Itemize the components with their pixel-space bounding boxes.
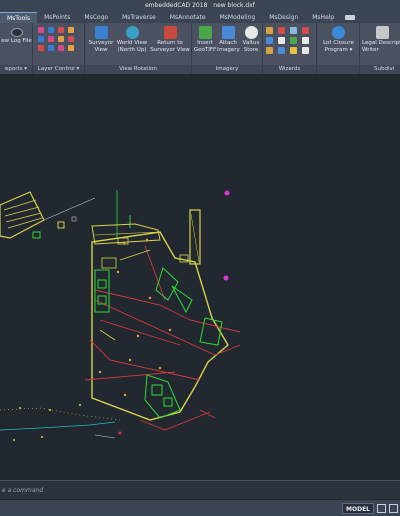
ribbon-tabs: MsTools MsPoints MsCogo MsTraverse MsAnn…: [0, 11, 400, 24]
tab-msdesign[interactable]: MsDesign: [262, 12, 305, 23]
panel-reports: ew Log File eports ▾: [0, 23, 33, 74]
panel-imagery: Insert GeoTIFF Attach Imagery Valtus Sto…: [192, 23, 263, 74]
panel-view-title: View Rotation: [85, 65, 191, 74]
tab-msmodeling[interactable]: MsModeling: [213, 12, 263, 23]
wizard-icon[interactable]: [290, 27, 297, 34]
layer-icon[interactable]: [48, 45, 54, 51]
tab-mshelp[interactable]: MsHelp: [305, 12, 341, 23]
status-bar: MODEL: [0, 500, 400, 516]
return-arrow-icon: [163, 26, 177, 39]
wizard-icon[interactable]: [278, 27, 285, 34]
grid-icon[interactable]: [377, 503, 386, 513]
panel-wizards-title: Wizards: [263, 65, 316, 74]
wizard-icon[interactable]: [302, 27, 309, 34]
red-boundary-lines: [84, 245, 241, 431]
panel-layer-control: Layer Control ▾: [33, 23, 85, 74]
ribbon: ew Log File eports ▾ Layer Control ▾ Sur…: [0, 23, 400, 74]
title-bar: embeddedCAD 2018 new block.dxf: [0, 0, 400, 12]
road-lines: [0, 404, 122, 441]
cad-drawing: [0, 190, 241, 441]
wizard-icon[interactable]: [266, 27, 273, 34]
valtus-store-button[interactable]: Valtus Store: [240, 26, 262, 53]
eye-icon: [10, 28, 23, 37]
tab-mstraverse[interactable]: MsTraverse: [115, 12, 163, 23]
image-icon: [221, 26, 235, 39]
tab-msannotate[interactable]: MsAnnotate: [163, 12, 213, 23]
new-log-file-button[interactable]: ew Log File: [0, 26, 33, 45]
ribbon-toggle-icon[interactable]: [345, 15, 356, 20]
building-icon: [376, 26, 389, 39]
file-title: new block.dxf: [213, 2, 255, 9]
panel-lot-closure: Lot Closure Program ▾: [317, 23, 360, 74]
panel-subdiv-title: Subdivi: [360, 65, 400, 74]
layer-icon[interactable]: [68, 36, 74, 42]
wizard-icon[interactable]: [266, 47, 273, 54]
layer-icon[interactable]: [68, 45, 74, 51]
panel-lot-title: [317, 65, 359, 74]
app-title: embeddedCAD 2018: [145, 2, 208, 9]
main-parcel-outline: [91, 231, 229, 421]
point-markers: [98, 238, 172, 397]
panel-layer-title[interactable]: Layer Control ▾: [33, 65, 84, 74]
command-placeholder: e a command: [2, 487, 44, 494]
insert-geotiff-button[interactable]: Insert GeoTIFF: [193, 26, 217, 53]
layer-tool-grid: [38, 27, 74, 51]
wizard-icon[interactable]: [290, 47, 297, 54]
attach-imagery-button[interactable]: Attach Imagery: [217, 26, 240, 53]
globe-icon: [125, 26, 139, 39]
panel-wizards: Wizards: [263, 23, 317, 74]
world-view-button[interactable]: World View (North Up): [115, 26, 149, 53]
drawing-canvas[interactable]: [0, 75, 400, 480]
interior-details: [99, 237, 189, 341]
surveyor-view-button[interactable]: Surveyor View: [88, 26, 114, 53]
store-icon: [244, 26, 258, 39]
tab-mstools[interactable]: MsTools: [0, 11, 38, 24]
panel-subdivision: Legal Descript Writer Subdivi: [360, 23, 400, 74]
layer-icon[interactable]: [38, 45, 44, 51]
snap-grid-icon[interactable]: [389, 503, 398, 513]
upper-structures: [91, 190, 230, 281]
wizard-icon[interactable]: [266, 37, 273, 44]
layer-icon[interactable]: [48, 27, 54, 33]
wizard-icon[interactable]: [290, 37, 297, 44]
wizard-tool-grid: [266, 27, 309, 54]
wizard-icon[interactable]: [302, 47, 309, 54]
wizard-icon[interactable]: [278, 37, 285, 44]
layer-icon[interactable]: [58, 45, 64, 51]
lot-closure-button[interactable]: Lot Closure Program ▾: [318, 26, 359, 53]
model-space-button[interactable]: MODEL: [342, 502, 374, 514]
layer-icon[interactable]: [38, 36, 44, 42]
tab-mscogo[interactable]: MsCogo: [77, 12, 115, 23]
panel-imagery-title: Imagery: [192, 65, 262, 74]
layer-icon[interactable]: [58, 36, 64, 42]
help-circle-icon: [332, 26, 345, 39]
panel-view-rotation: Surveyor View World View (North Up) Retu…: [85, 23, 192, 74]
tab-mspoints[interactable]: MsPoints: [37, 12, 77, 23]
left-building-block: [0, 191, 96, 239]
wizard-icon[interactable]: [302, 37, 309, 44]
command-line[interactable]: e a command: [0, 480, 400, 499]
layer-icon[interactable]: [68, 27, 74, 33]
panel-reports-title[interactable]: eports ▾: [0, 65, 32, 74]
legal-description-writer-button[interactable]: Legal Descript Writer: [362, 26, 400, 53]
geotiff-icon: [198, 26, 212, 39]
wizard-icon[interactable]: [278, 47, 285, 54]
surveyor-icon: [94, 26, 108, 39]
layer-icon[interactable]: [38, 27, 44, 33]
layer-icon[interactable]: [48, 36, 54, 42]
layer-icon[interactable]: [58, 27, 64, 33]
return-surveyor-view-button[interactable]: Return to Surveyor View: [150, 26, 190, 53]
